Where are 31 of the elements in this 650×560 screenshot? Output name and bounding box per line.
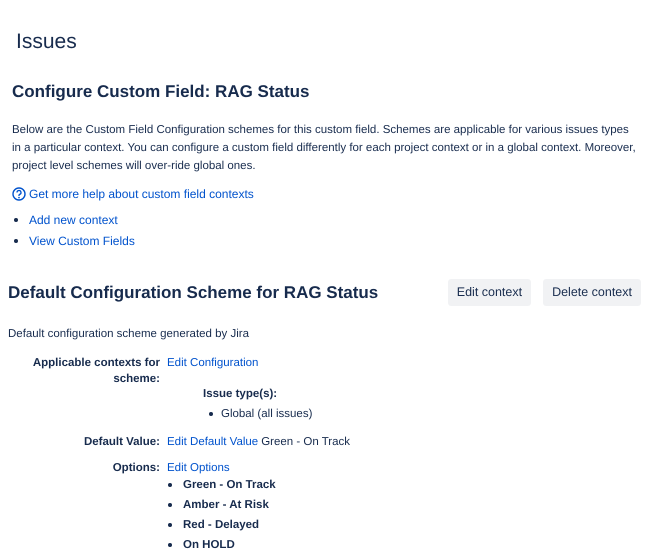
option-item: Amber - At Risk bbox=[183, 498, 269, 514]
delete-context-button[interactable]: Delete context bbox=[543, 279, 641, 306]
intro-paragraph: Below are the Custom Field Configuration schemes for this custom field. Schemes are applicable for various issues types in a particular context. You can configure a custom field differently for each project context or in a global context. Moreover, project level schemes will over-ride global ones. bbox=[12, 123, 637, 174]
edit-configuration-link[interactable]: Edit Configuration bbox=[167, 357, 258, 370]
bullet-icon bbox=[14, 239, 18, 243]
help-icon bbox=[12, 187, 26, 201]
field-label: Applicable contexts for scheme: bbox=[32, 356, 160, 388]
bullet-icon bbox=[209, 412, 213, 416]
option-item: Green - On Track bbox=[183, 478, 276, 494]
default-value: Green - On Track bbox=[261, 435, 350, 450]
scheme-title: Default Configuration Scheme for RAG Status bbox=[8, 282, 378, 304]
nav-link[interactable]: Add new context bbox=[29, 212, 118, 228]
bullet-icon bbox=[168, 503, 172, 508]
scheme-description: Default configuration scheme generated by Jira bbox=[8, 327, 250, 342]
edit-options-link[interactable]: Edit Options bbox=[167, 462, 230, 474]
page-title: Issues bbox=[16, 29, 77, 55]
issue-types-label: Issue type(s): bbox=[203, 388, 278, 400]
edit-default-value-link[interactable]: Edit Default Value bbox=[167, 434, 258, 450]
section-heading: Configure Custom Field: RAG Status bbox=[12, 81, 310, 103]
edit-context-button[interactable]: Edit context bbox=[448, 279, 532, 306]
bullet-icon bbox=[14, 218, 18, 222]
field-label: Options: bbox=[112, 461, 160, 476]
option-item: Red - Delayed bbox=[183, 518, 260, 534]
bullet-icon bbox=[168, 543, 172, 548]
nav-link[interactable]: View Custom Fields bbox=[29, 233, 135, 249]
bullet-icon bbox=[168, 523, 172, 528]
field-label: Default Value: bbox=[82, 435, 160, 450]
help-link[interactable]: Get more help about custom field contexts bbox=[29, 185, 254, 203]
bullet-icon bbox=[168, 483, 172, 488]
issue-type: Global (all issues) bbox=[221, 407, 312, 422]
option-item: On HOLD bbox=[183, 538, 235, 554]
